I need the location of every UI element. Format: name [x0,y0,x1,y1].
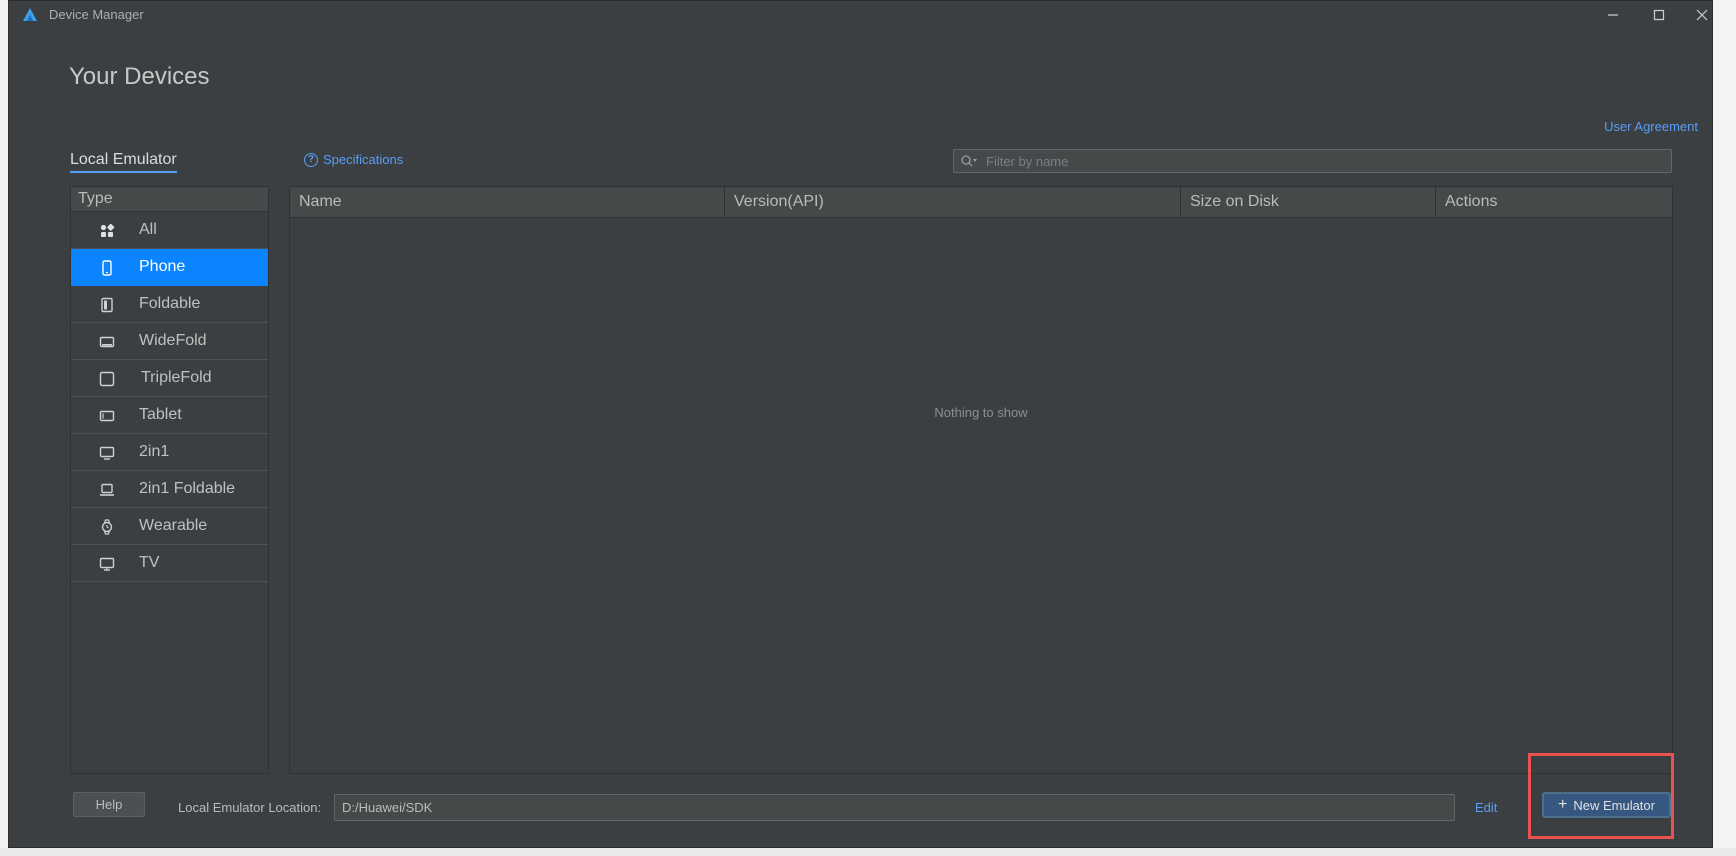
table-header: Name Version(API) Size on Disk Actions [290,187,1672,218]
triplefold-icon [99,371,115,387]
widefold-icon [99,336,115,348]
type-item-label: Tablet [139,406,182,423]
maximize-icon [1653,9,1665,21]
laptop-icon [100,483,114,496]
foldable-icon [101,297,113,313]
monitor-icon [99,446,115,460]
device-manager-window: Device Manager Your Devices User Agreeme… [8,0,1713,848]
minimize-button[interactable] [1590,1,1636,29]
device-table: Name Version(API) Size on Disk Actions N… [289,186,1673,774]
app-logo-icon [23,8,37,21]
specifications-label: Specifications [323,152,404,167]
type-item-label: TripleFold [141,369,212,386]
background-app-bottom [0,848,1736,856]
help-circle-icon: ? [304,152,318,167]
watch-icon [101,519,113,535]
tab-local-emulator[interactable]: Local Emulator [70,151,177,173]
background-app-left [0,0,8,856]
type-item-tablet[interactable]: Tablet [71,397,268,434]
type-list-header: Type [71,187,268,212]
type-item-phone[interactable]: Phone [71,249,268,286]
title-bar: Device Manager [9,1,1712,29]
tablet-icon [99,410,115,422]
type-item-foldable[interactable]: Foldable [71,286,268,323]
type-item-2in1-foldable[interactable]: 2in1 Foldable [71,471,268,508]
highlight-annotation-box [1528,753,1674,839]
column-header-actions[interactable]: Actions [1436,187,1672,217]
type-item-label: WideFold [139,332,207,349]
type-item-triplefold[interactable]: TripleFold [71,360,268,397]
type-item-wearable[interactable]: Wearable [71,508,268,545]
page-title: Your Devices [69,63,210,90]
type-item-label: TV [139,554,160,571]
phone-icon [102,260,112,276]
type-item-label: Wearable [139,517,208,534]
tv-icon [99,557,115,571]
maximize-button[interactable] [1636,1,1682,29]
user-agreement-link[interactable]: User Agreement [1604,119,1698,134]
location-input[interactable]: D:/Huawei/SDK [334,794,1455,821]
background-app-right [1713,0,1736,856]
window-title: Device Manager [49,7,144,22]
type-item-label: 2in1 [139,443,170,460]
edit-location-link[interactable]: Edit [1475,800,1497,815]
column-header-version[interactable]: Version(API) [725,187,1181,217]
type-item-label: Foldable [139,295,201,312]
column-header-name[interactable]: Name [290,187,725,217]
close-button[interactable] [1679,1,1725,29]
type-item-all[interactable]: All [71,212,268,249]
type-item-tv[interactable]: TV [71,545,268,582]
location-label: Local Emulator Location: [178,800,322,815]
type-item-label: 2in1 Foldable [139,480,236,497]
type-item-2in1[interactable]: 2in1 [71,434,268,471]
filter-field[interactable] [953,149,1672,173]
close-icon [1696,9,1708,21]
minimize-icon [1608,14,1618,16]
empty-state-text: Nothing to show [934,405,1028,420]
search-icon [961,155,977,167]
type-item-widefold[interactable]: WideFold [71,323,268,360]
type-list-panel: Type All Phone Foldable WideFold TripleF… [70,186,269,774]
filter-input[interactable] [984,152,1671,170]
help-button[interactable]: Help [73,792,145,817]
type-item-label: All [139,221,157,238]
specifications-link[interactable]: ? Specifications [304,152,403,167]
grid-icon [100,223,115,237]
type-item-label: Phone [139,258,186,275]
column-header-size[interactable]: Size on Disk [1181,187,1436,217]
